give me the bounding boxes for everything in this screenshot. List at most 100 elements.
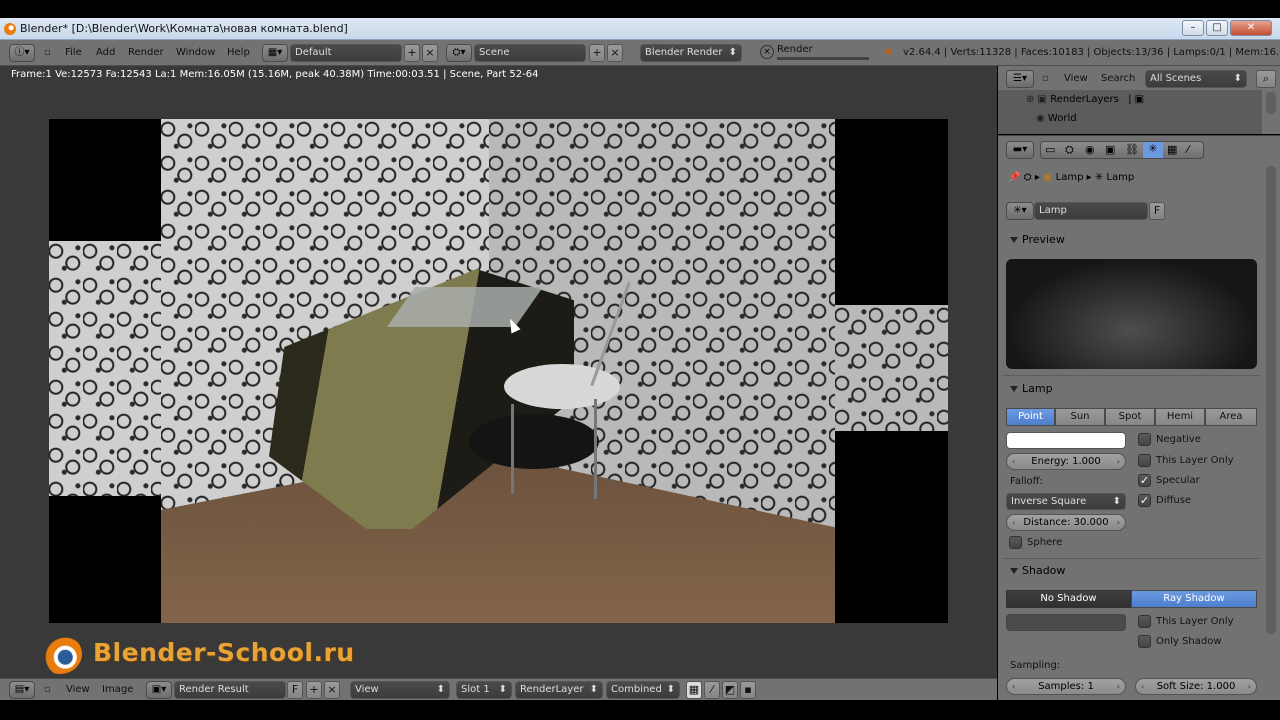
energy-field[interactable]: ‹ Energy: 1.000 ›	[1006, 453, 1126, 470]
menu-file[interactable]: File	[65, 47, 82, 58]
pin-icon[interactable]: 📌	[1008, 172, 1020, 183]
slot-select[interactable]: Slot 1 ⬍	[456, 681, 512, 699]
render-tab-icon[interactable]: ▭	[1045, 143, 1055, 156]
search-icon[interactable]: ⌕	[1256, 70, 1276, 88]
restrict-render-icon[interactable]: | ▣	[1128, 94, 1144, 105]
outliner-item-world[interactable]: ◉ World	[1036, 113, 1077, 124]
soft-size-field[interactable]: ‹ Soft Size: 1.000 ›	[1135, 678, 1257, 695]
outliner-item-renderlayers[interactable]: ⊕ ▣ RenderLayers | ▣	[1026, 94, 1144, 105]
falloff-select[interactable]: Inverse Square ⬍	[1006, 493, 1126, 510]
physics-tab-icon[interactable]: ⁄	[1187, 143, 1189, 156]
menu-image[interactable]: Image	[102, 684, 133, 695]
distance-field[interactable]: ‹ Distance: 30.000 ›	[1006, 514, 1126, 531]
editor-type-outliner-button[interactable]: ☰▾	[1006, 70, 1034, 88]
renderlayers-icon: ⊕ ▣	[1026, 94, 1051, 105]
decrement-arrow-icon[interactable]: ‹	[1141, 679, 1144, 694]
screen-layout-icon[interactable]: ▦▾	[262, 44, 288, 62]
increment-arrow-icon[interactable]: ›	[1117, 515, 1120, 530]
menu-add[interactable]: Add	[96, 47, 115, 58]
image-name-field[interactable]: Render Result	[174, 681, 286, 699]
screen-layout-field[interactable]: Default	[290, 44, 402, 62]
menu-help[interactable]: Help	[227, 47, 250, 58]
editor-type-properties-button[interactable]: ▬▾	[1006, 141, 1034, 159]
scene-icon[interactable]: ⛭▾	[446, 44, 472, 62]
decrement-arrow-icon[interactable]: ‹	[1012, 454, 1015, 469]
lamp-browse-icon[interactable]: ✳▾	[1006, 202, 1034, 220]
menu-view[interactable]: View	[66, 684, 90, 695]
collapse-menu-icon[interactable]: ▫	[44, 684, 51, 695]
display-mode-select[interactable]: All Scenes ⬍	[1145, 70, 1247, 88]
lamp-type-area[interactable]: Area	[1205, 408, 1257, 426]
lamp-type-point[interactable]: Point	[1006, 408, 1055, 426]
render-layer-select[interactable]: RenderLayer ⬍	[515, 681, 603, 699]
remove-layout-button[interactable]: ×	[422, 44, 438, 62]
render-pass-select[interactable]: Combined ⬍	[606, 681, 680, 699]
constraints-tab-icon[interactable]: ⛓	[1125, 143, 1139, 156]
add-layout-button[interactable]: +	[404, 44, 420, 62]
image-editor[interactable]: Frame:1 Ve:12573 Fa:12543 La:1 Mem:16.05…	[0, 66, 997, 678]
unlink-image-button[interactable]: ×	[324, 681, 340, 699]
menu-view[interactable]: View	[1064, 73, 1088, 84]
decrement-arrow-icon[interactable]: ‹	[1012, 679, 1015, 694]
preview-panel-header[interactable]: Preview	[1010, 233, 1065, 246]
ray-shadow-button[interactable]: Ray Shadow	[1131, 590, 1257, 608]
shadow-color-swatch[interactable]	[1006, 614, 1126, 631]
menu-search[interactable]: Search	[1101, 73, 1135, 84]
scene-tab-icon[interactable]: ⛭	[1065, 143, 1074, 157]
collapse-menu-icon[interactable]: ▫	[1042, 73, 1049, 84]
zbuffer-icon[interactable]: ◩	[722, 681, 738, 699]
lamp-datablock-field[interactable]: Lamp	[1034, 202, 1148, 220]
specular-checkbox[interactable]: ✓	[1138, 474, 1151, 487]
new-image-button[interactable]: +	[306, 681, 322, 699]
collapse-menu-icon[interactable]: ▫	[44, 47, 51, 58]
distance-value: Distance: 30.000	[1023, 517, 1109, 528]
lamp-type-hemi[interactable]: Hemi	[1155, 408, 1205, 426]
no-shadow-button[interactable]: No Shadow	[1006, 590, 1131, 608]
scene-field[interactable]: Scene	[474, 44, 586, 62]
minimize-button[interactable]: –	[1182, 20, 1204, 36]
maximize-button[interactable]: □	[1206, 20, 1228, 36]
cancel-render-icon[interactable]: ×	[760, 45, 774, 59]
increment-arrow-icon[interactable]: ›	[1117, 679, 1120, 694]
object-tab-icon[interactable]: ▣	[1105, 143, 1115, 156]
menu-window[interactable]: Window	[176, 47, 215, 58]
properties-scrollbar[interactable]	[1266, 166, 1276, 634]
add-scene-button[interactable]: +	[589, 44, 605, 62]
samples-field[interactable]: ‹ Samples: 1 ›	[1006, 678, 1126, 695]
view-mode-select[interactable]: View ⬍	[350, 681, 450, 699]
editor-type-image-button[interactable]: ▤▾	[9, 681, 35, 699]
checker-icon[interactable]: ▦	[686, 681, 702, 699]
texture-tab-icon[interactable]: ▦	[1167, 143, 1177, 156]
diffuse-checkbox[interactable]: ✓	[1138, 494, 1151, 507]
image-browse-icon[interactable]: ▣▾	[146, 681, 172, 699]
alpha-icon[interactable]: ⁄	[704, 681, 720, 699]
sphere-checkbox[interactable]	[1009, 536, 1022, 549]
this-layer-only-checkbox[interactable]	[1138, 454, 1151, 467]
outliner: ☰▾ ▫ View Search All Scenes ⬍ ⌕ ⊕ ▣ Rend…	[998, 66, 1280, 134]
only-shadow-checkbox[interactable]	[1138, 635, 1151, 648]
lamp-fake-user-button[interactable]: F	[1149, 202, 1165, 220]
remove-scene-button[interactable]: ×	[607, 44, 623, 62]
outliner-list: ⊕ ▣ RenderLayers | ▣ ◉ World	[998, 90, 1262, 134]
shadow-this-layer-only-checkbox[interactable]	[1138, 615, 1151, 628]
editor-type-info-button[interactable]: ⓘ▾	[9, 44, 35, 62]
lamp-type-spot[interactable]: Spot	[1105, 408, 1155, 426]
increment-arrow-icon[interactable]: ›	[1248, 679, 1251, 694]
lamp-panel-header[interactable]: Lamp	[1010, 382, 1053, 395]
lamp-color-swatch[interactable]	[1006, 432, 1126, 449]
increment-arrow-icon[interactable]: ›	[1117, 454, 1120, 469]
fake-user-button[interactable]: F	[287, 681, 303, 699]
energy-value: Energy: 1.000	[1031, 456, 1101, 467]
negative-checkbox[interactable]	[1138, 433, 1151, 446]
menu-render[interactable]: Render	[128, 47, 164, 58]
render-engine-select[interactable]: Blender Render ⬍	[640, 44, 742, 62]
lamp-data-tab-icon[interactable]: ✳	[1143, 142, 1163, 158]
close-button[interactable]: ✕	[1230, 20, 1272, 36]
breadcrumb-lamp: Lamp	[1106, 172, 1135, 183]
decrement-arrow-icon[interactable]: ‹	[1012, 515, 1015, 530]
pin-icon[interactable]: ▪	[740, 681, 756, 699]
shadow-panel-header[interactable]: Shadow	[1010, 564, 1065, 577]
outliner-scrollbar[interactable]	[1266, 92, 1276, 114]
world-tab-icon[interactable]: ◉	[1085, 143, 1095, 156]
lamp-type-sun[interactable]: Sun	[1055, 408, 1105, 426]
